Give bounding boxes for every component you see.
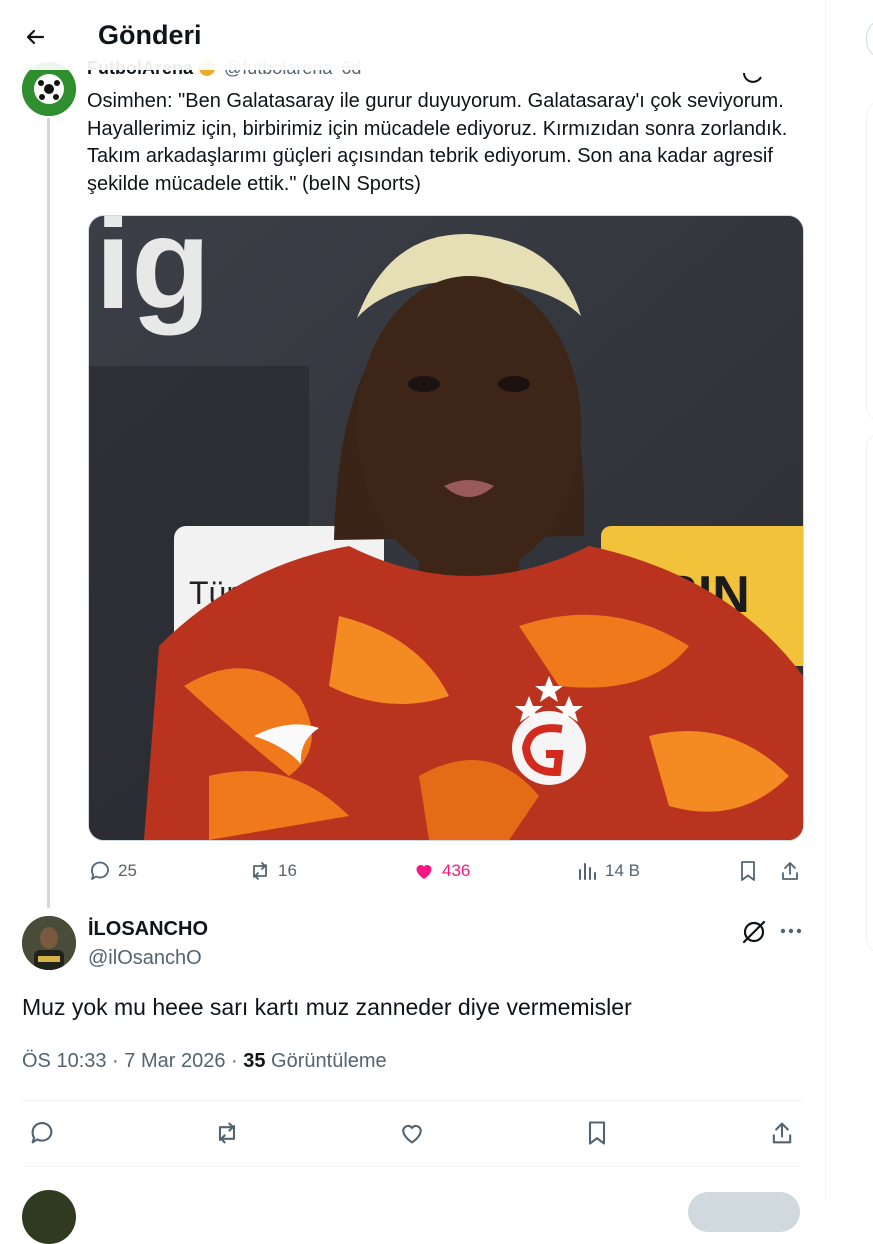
sidebar-card [866,100,873,422]
bookmark-button[interactable] [582,1118,612,1148]
comment-icon [31,1122,53,1144]
reply-views-label: Görüntüleme [271,1050,387,1072]
quoted-author-avatar[interactable] [22,62,76,116]
share-button[interactable] [767,1118,797,1148]
page-header: Gönderi [0,0,825,70]
arrow-left-icon [26,29,45,45]
like-count: 436 [442,861,471,880]
tweet-media-image[interactable]: lig Tür IESIN [88,215,804,841]
reply-meta: ÖS 10:33 · 7 Mar 2026 · 35 Görüntüleme [22,1050,387,1073]
repost-button[interactable] [212,1118,242,1148]
back-button[interactable] [18,20,52,54]
reply-author-name[interactable]: İLOSANCHO [88,918,208,941]
sign-left-text: lig [89,216,211,336]
reply-views-count: 35 [243,1050,266,1072]
repost-icon [218,1122,236,1144]
share-icon [772,1122,792,1144]
repost-action[interactable]: 16 [248,857,297,885]
thread-line [47,118,50,908]
share-action[interactable] [778,857,802,885]
bookmark-icon [588,1121,606,1145]
reply-action[interactable]: 25 [88,857,137,885]
divider [22,1166,802,1167]
heart-icon [416,864,432,879]
reply-author-avatar[interactable] [22,916,76,970]
views-action[interactable]: 14 B [575,857,640,885]
reply-submit-button[interactable] [688,1192,800,1232]
like-button[interactable] [397,1118,427,1148]
reply-author-handle[interactable]: @ilOsanchO [88,947,202,970]
compose-avatar [22,1190,76,1244]
divider [22,1100,802,1101]
repost-count: 16 [278,861,297,880]
heart-icon [402,1124,422,1144]
like-action[interactable]: 436 [412,857,470,885]
reply-time[interactable]: ÖS 10:33 · 7 Mar 2026 · [22,1050,238,1072]
page-title: Gönderi [98,20,202,50]
reply-text: Muz yok mu heee sarı kartı muz zanneder … [22,994,632,1020]
quoted-tweet-text: Osimhen: "Ben Galatasaray ile gurur duyu… [87,90,788,195]
more-button[interactable] [778,918,804,944]
grok-button[interactable] [740,918,768,946]
repost-icon [253,862,267,880]
grok-icon [742,920,766,944]
views-count: 14 B [605,861,640,880]
more-icon [780,928,802,934]
bookmark-icon [741,861,755,881]
reply-count: 25 [118,861,137,880]
bar-chart-icon [579,863,596,880]
reply-button[interactable] [27,1118,57,1148]
bookmark-action[interactable] [736,857,760,885]
sidebar-card [866,432,873,954]
comment-icon [91,861,109,880]
share-icon [782,862,798,880]
